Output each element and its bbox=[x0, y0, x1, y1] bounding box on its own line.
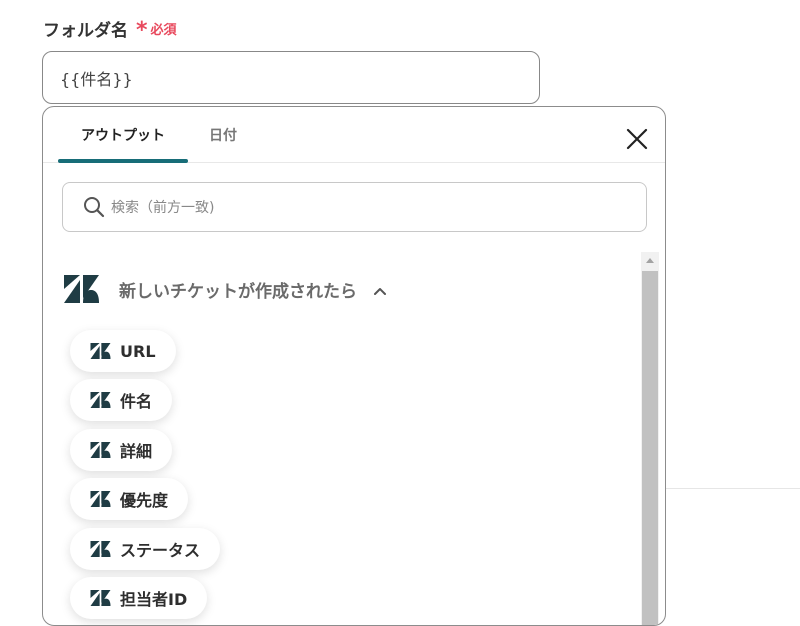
zendesk-logo-icon bbox=[90, 392, 111, 408]
chevron-up-icon bbox=[374, 288, 386, 295]
required-badge: 必須 bbox=[150, 23, 177, 38]
background-divider bbox=[666, 488, 800, 489]
tab-output-label: アウトプット bbox=[81, 127, 165, 144]
tab-date-label: 日付 bbox=[209, 127, 237, 144]
close-button[interactable] bbox=[623, 125, 651, 153]
zendesk-logo-icon bbox=[90, 491, 111, 507]
close-icon bbox=[626, 128, 648, 150]
output-item-label: URL bbox=[120, 341, 156, 361]
output-item-label: 担当者ID bbox=[120, 590, 188, 609]
zendesk-logo-icon bbox=[90, 343, 111, 359]
zendesk-logo-icon bbox=[90, 442, 111, 458]
output-item-label: ステータス bbox=[120, 541, 201, 560]
output-item-status[interactable]: ステータス bbox=[70, 528, 221, 570]
tab-date[interactable]: 日付 bbox=[193, 107, 253, 162]
output-item-priority[interactable]: 優先度 bbox=[70, 478, 189, 520]
output-item-assignee-id[interactable]: 担当者ID bbox=[70, 577, 208, 619]
zendesk-logo-icon bbox=[90, 590, 111, 606]
zendesk-logo-icon bbox=[90, 541, 111, 557]
scrollbar[interactable] bbox=[641, 252, 659, 625]
output-item-url[interactable]: URL bbox=[70, 330, 176, 372]
caret-up-icon bbox=[646, 258, 654, 263]
output-item-label: 詳細 bbox=[120, 442, 153, 461]
zendesk-logo-icon bbox=[64, 275, 99, 303]
tab-output[interactable]: アウトプット bbox=[58, 107, 188, 163]
output-item-label: 優先度 bbox=[120, 491, 169, 510]
required-asterisk: * bbox=[136, 17, 148, 43]
search-input[interactable]: 検索（前方一致) bbox=[62, 182, 647, 232]
folder-name-value: {{件名}} bbox=[60, 69, 133, 89]
output-picker-panel: アウトプット 日付 検索（前方一致) 新しいチケットが作成されたら URL 件名… bbox=[42, 106, 666, 626]
field-label: フォルダ名 * 必須 bbox=[43, 16, 177, 41]
output-item-subject[interactable]: 件名 bbox=[70, 379, 173, 421]
scroll-up-button[interactable] bbox=[641, 252, 659, 269]
section-title: 新しいチケットが作成されたら bbox=[119, 281, 357, 302]
field-label-text: フォルダ名 bbox=[43, 21, 128, 41]
tab-bar: アウトプット 日付 bbox=[43, 107, 665, 163]
search-icon bbox=[84, 197, 105, 218]
search-placeholder: 検索（前方一致) bbox=[111, 200, 215, 216]
scrollbar-thumb[interactable] bbox=[642, 271, 658, 625]
folder-name-input[interactable]: {{件名}} bbox=[42, 51, 540, 104]
output-item-label: 件名 bbox=[120, 392, 153, 411]
section-header[interactable]: 新しいチケットが作成されたら bbox=[64, 275, 387, 303]
output-item-description[interactable]: 詳細 bbox=[70, 429, 173, 471]
output-list: 新しいチケットが作成されたら URL 件名 詳細 優先度 ステータス 担当者ID bbox=[43, 247, 665, 625]
